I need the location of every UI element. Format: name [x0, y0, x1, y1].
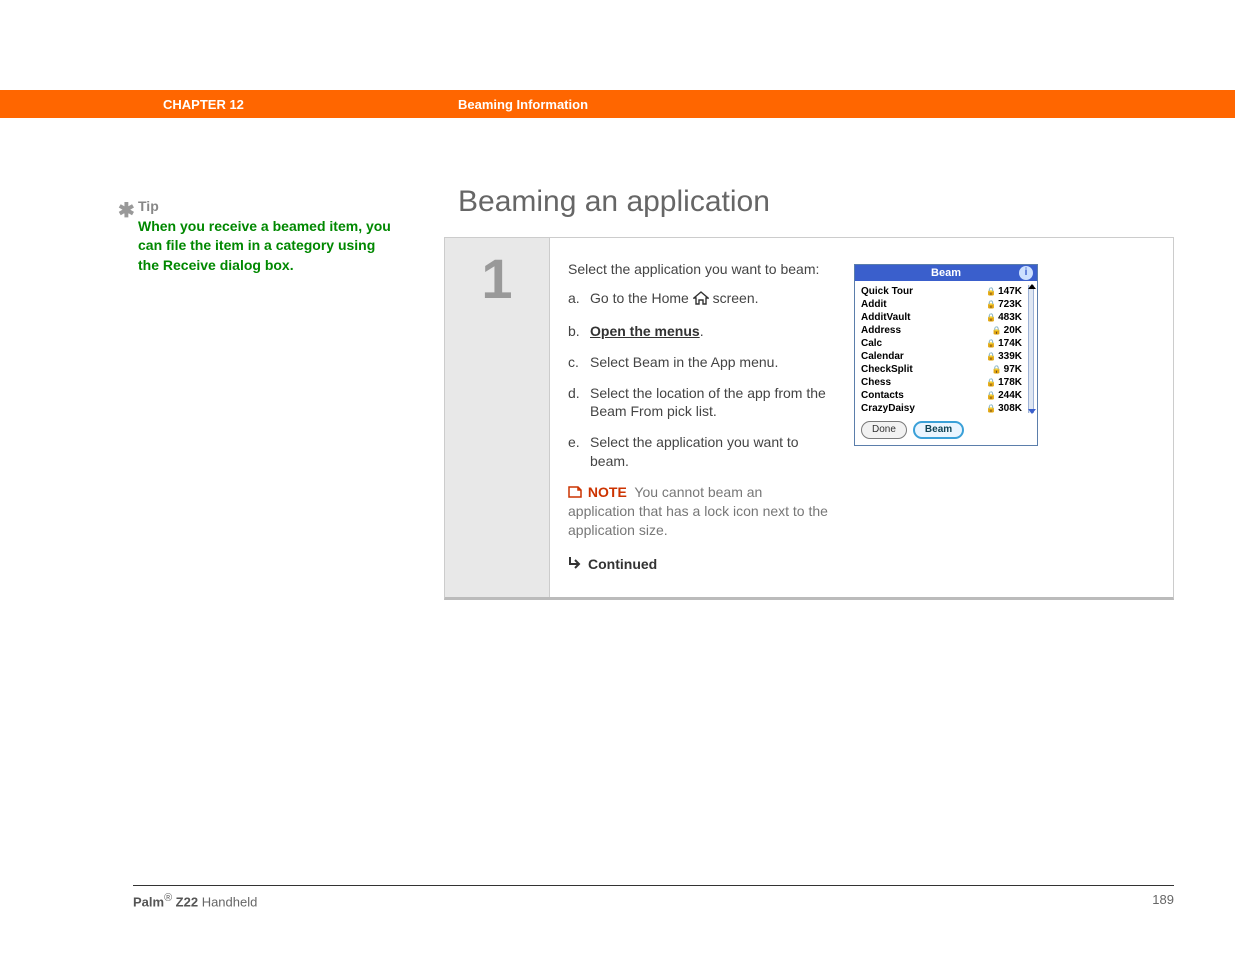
list-item[interactable]: AdditVault🔒483K — [861, 311, 1022, 324]
list-item[interactable]: Addit🔒723K — [861, 298, 1022, 311]
document-header: CHAPTER 12 Beaming Information — [0, 90, 1235, 118]
lock-icon: 🔒 — [986, 314, 996, 322]
note-icon — [568, 484, 586, 500]
note-block: NOTE You cannot beam an application that… — [568, 483, 828, 540]
list-item[interactable]: CheckSplit🔒97K — [861, 363, 1022, 376]
lock-icon: 🔒 — [986, 379, 996, 387]
beam-dialog-title: Beam i — [855, 265, 1037, 281]
open-menus-link[interactable]: Open the menus — [590, 323, 700, 339]
step-content: Select the application you want to beam:… — [550, 238, 1173, 597]
home-icon — [693, 291, 709, 310]
beam-dialog-body: Quick Tour🔒147K Addit🔒723K AdditVault🔒48… — [855, 281, 1037, 445]
lock-icon: 🔒 — [992, 366, 1002, 374]
info-icon[interactable]: i — [1019, 266, 1033, 280]
scrollbar[interactable] — [1028, 285, 1034, 413]
beam-button[interactable]: Beam — [913, 421, 964, 439]
lock-icon: 🔒 — [986, 405, 996, 413]
chapter-title: Beaming Information — [458, 97, 588, 112]
lock-icon: 🔒 — [986, 288, 996, 296]
device-screenshot: Beam i Quick Tour🔒147K Addit🔒723K AdditV… — [854, 260, 1038, 575]
list-item[interactable]: Calendar🔒339K — [861, 350, 1022, 363]
step-card: 1 Select the application you want to bea… — [444, 237, 1174, 600]
continued-indicator: Continued — [568, 554, 828, 576]
lock-icon: 🔒 — [986, 340, 996, 348]
app-list[interactable]: Quick Tour🔒147K Addit🔒723K AdditVault🔒48… — [861, 285, 1022, 415]
beam-dialog: Beam i Quick Tour🔒147K Addit🔒723K AdditV… — [854, 264, 1038, 446]
continued-arrow-icon — [568, 554, 584, 576]
done-button[interactable]: Done — [861, 421, 907, 439]
lock-icon: 🔒 — [992, 327, 1002, 335]
lock-icon: 🔒 — [986, 392, 996, 400]
tip-text: When you receive a beamed item, you can … — [138, 218, 391, 273]
step-number-column: 1 — [445, 238, 550, 597]
list-item[interactable]: Contacts🔒244K — [861, 389, 1022, 402]
footer-divider — [133, 885, 1174, 886]
list-item[interactable]: Chess🔒178K — [861, 376, 1022, 389]
list-item[interactable]: Quick Tour🔒147K — [861, 285, 1022, 298]
lock-icon: 🔒 — [986, 301, 996, 309]
substep-a: a. Go to the Home screen. — [568, 289, 828, 310]
substep-b: b. Open the menus. — [568, 322, 828, 341]
dialog-buttons: Done Beam — [861, 421, 1031, 439]
page-number: 189 — [1152, 892, 1174, 909]
instruction-text: Select the application you want to beam:… — [568, 260, 828, 575]
list-item[interactable]: CrazyDaisy🔒308K — [861, 402, 1022, 415]
tip-label: Tip — [138, 198, 159, 214]
list-item[interactable]: Address🔒20K — [861, 324, 1022, 337]
substep-d: d. Select the location of the app from t… — [568, 384, 828, 422]
substep-e: e. Select the application you want to be… — [568, 433, 828, 471]
substep-c: c. Select Beam in the App menu. — [568, 353, 828, 372]
chapter-label: CHAPTER 12 — [163, 97, 244, 112]
footer-brand: Palm® Z22 Handheld — [133, 892, 257, 909]
page-footer: Palm® Z22 Handheld 189 — [133, 892, 1174, 909]
list-item[interactable]: Calc🔒174K — [861, 337, 1022, 350]
tip-callout: ✱ Tip When you receive a beamed item, yo… — [138, 197, 398, 275]
substeps-list: a. Go to the Home screen. b. Open th — [568, 289, 828, 471]
asterisk-icon: ✱ — [118, 197, 135, 225]
step-intro: Select the application you want to beam: — [568, 260, 828, 279]
note-label: NOTE — [588, 484, 627, 500]
lock-icon: 🔒 — [986, 353, 996, 361]
step-number: 1 — [481, 246, 512, 597]
page-title: Beaming an application — [458, 185, 770, 219]
